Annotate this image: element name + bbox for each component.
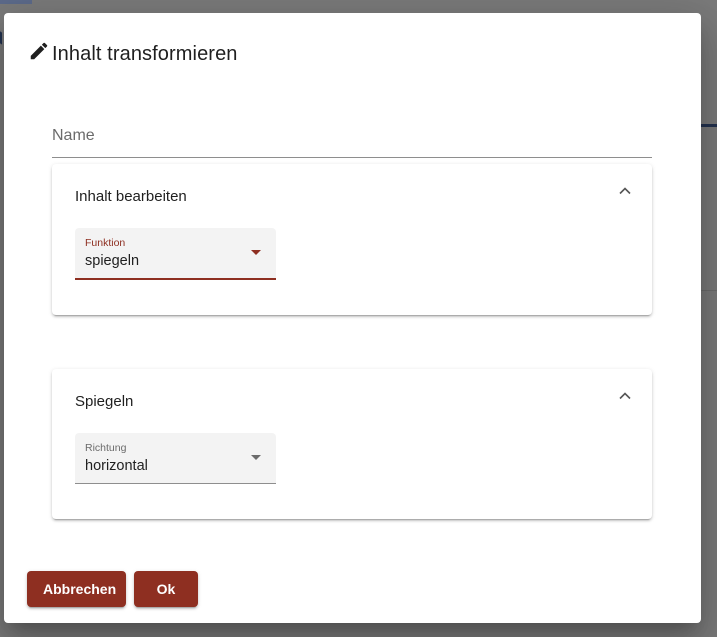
mirror-panel: Spiegeln Richtung horizontal — [52, 369, 652, 519]
function-select-value: spiegeln — [85, 253, 140, 269]
ok-button[interactable]: Ok — [134, 571, 198, 607]
name-input[interactable] — [52, 117, 652, 155]
direction-select[interactable]: Richtung horizontal — [75, 433, 276, 484]
transform-content-dialog: Inhalt transformieren Inhalt bearbeiten … — [4, 13, 701, 623]
dropdown-arrow-icon — [251, 250, 261, 255]
direction-select-label: Richtung — [85, 442, 127, 454]
dialog-actions: Abbrechen Ok — [27, 571, 198, 607]
edit-content-panel-header[interactable]: Inhalt bearbeiten — [52, 164, 652, 228]
mirror-panel-header[interactable]: Spiegeln — [52, 369, 652, 433]
cancel-button[interactable]: Abbrechen — [27, 571, 126, 607]
backdrop-divider — [701, 124, 717, 127]
name-field[interactable] — [52, 117, 652, 158]
chevron-up-icon[interactable] — [618, 184, 632, 198]
panel-title: Spiegeln — [75, 393, 134, 410]
dialog-title: Inhalt transformieren — [52, 42, 238, 65]
dialog-header: Inhalt transformieren — [28, 39, 238, 69]
backdrop-tab — [0, 0, 32, 4]
panel-title: Inhalt bearbeiten — [75, 188, 187, 205]
backdrop-divider — [701, 290, 717, 291]
edit-content-panel: Inhalt bearbeiten Funktion spiegeln — [52, 164, 652, 315]
pencil-icon — [30, 42, 48, 60]
direction-select-value: horizontal — [85, 458, 148, 474]
chevron-up-icon[interactable] — [618, 389, 632, 403]
dropdown-arrow-icon — [251, 455, 261, 460]
function-select-label: Funktion — [85, 237, 126, 249]
function-select[interactable]: Funktion spiegeln — [75, 228, 276, 280]
